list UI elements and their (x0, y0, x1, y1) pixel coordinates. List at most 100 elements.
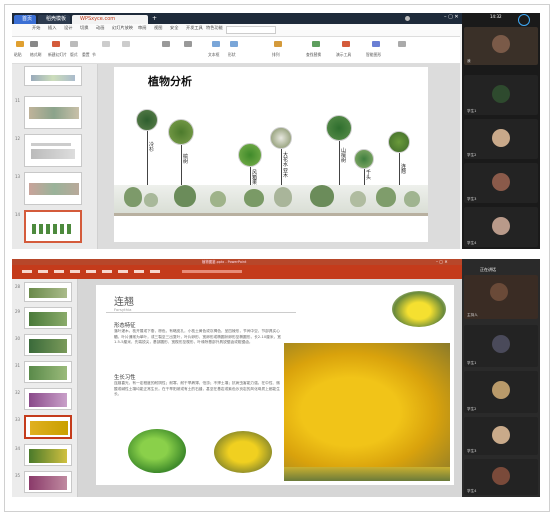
shapes-label: 形状 (228, 52, 236, 57)
presenter-tools-label: 演示工具 (336, 52, 352, 57)
ribbon-tab-slideshow[interactable]: 幻灯片放映 (112, 25, 133, 31)
participant-tile[interactable]: 学生4 (464, 459, 538, 495)
plant-photo (388, 131, 410, 153)
slide-forsythia[interactable]: 连翘 Forsythia 形态特征 落叶灌木。枝开展或下垂，棕色，有略皮孔，小枝… (96, 285, 454, 485)
ribbon-tab-features[interactable]: 特色功能 (206, 25, 223, 31)
search-input[interactable] (182, 270, 242, 273)
slide-thumbnail[interactable] (24, 172, 82, 205)
slide-thumbnail[interactable] (24, 307, 72, 329)
slide-thumbnail[interactable] (24, 334, 72, 356)
section-label: 节 (92, 52, 96, 57)
slide-thumbnail[interactable] (24, 96, 82, 129)
find-replace-label: 查找替换 (306, 52, 322, 57)
avatar (492, 335, 510, 353)
tab-home[interactable]: 首页 (14, 15, 36, 24)
participant-tile[interactable]: 学生2 (464, 371, 538, 413)
ribbon-tabs[interactable] (22, 270, 162, 273)
slide-number: 32 (15, 390, 21, 395)
slide-thumbnail[interactable] (24, 134, 82, 167)
meeting-time: 14:32 (490, 14, 502, 19)
participant-tile[interactable]: 学生1 (464, 75, 538, 115)
format-painter-icon[interactable] (30, 41, 38, 47)
plant-photo (238, 143, 262, 167)
arrange-label: 排列 (272, 52, 280, 57)
font-box-icon[interactable] (102, 41, 110, 47)
window-controls[interactable]: – ▢ ✕ (436, 259, 448, 264)
presenter-tools-icon[interactable] (342, 41, 350, 47)
ribbon-tab-view[interactable]: 视图 (154, 25, 162, 31)
avatar (492, 35, 510, 53)
slide-number: 11 (15, 98, 21, 103)
slide-thumbnail[interactable] (24, 444, 72, 466)
avatar (492, 129, 510, 147)
smart-graphic-label: 智能图形 (366, 52, 382, 57)
slide-thumbnail[interactable] (24, 361, 72, 383)
paste-label: 粘贴 (14, 52, 22, 57)
participant-video-panel: 正在讲话 主持人 学生1 学生2 学生3 学生4 (462, 259, 540, 497)
slide-number: 13 (15, 174, 21, 179)
ribbon-tab-design[interactable]: 设计 (64, 25, 72, 31)
participant-name: 学生2 (467, 153, 477, 157)
tab-document[interactable]: WPSxyce.com (72, 15, 148, 24)
slide-thumbnail-selected[interactable] (24, 210, 82, 243)
shapes-icon[interactable] (230, 41, 238, 47)
plant-photo (326, 115, 352, 141)
slide-thumbnail[interactable] (24, 471, 72, 493)
ribbon-tab-review[interactable]: 审阅 (138, 25, 146, 31)
layout-icon[interactable] (70, 41, 78, 47)
participant-name: 学生3 (467, 197, 477, 201)
find-replace-icon[interactable] (312, 41, 320, 47)
ribbon-tab-animation[interactable]: 动画 (96, 25, 104, 31)
participant-tile-active[interactable]: 主持人 (464, 275, 538, 319)
new-slide-icon[interactable] (52, 41, 60, 47)
ribbon-tab-security[interactable]: 安全 (170, 25, 178, 31)
arrange-icon[interactable] (274, 41, 282, 47)
slide-plant-analysis[interactable]: 植物分析 冷杉 榆树 风箱果 大花水亚木 山檀树 千头 连翘 (114, 67, 428, 242)
participant-tile[interactable]: 学生2 (464, 119, 538, 159)
textbox-icon[interactable] (212, 41, 220, 47)
tab-docer[interactable]: 稻壳模板 (38, 15, 70, 24)
participant-tile[interactable]: 学生3 (464, 163, 538, 203)
participant-tile[interactable]: 学生4 (464, 207, 538, 247)
plant-photo (136, 109, 158, 131)
plant-photo (354, 149, 374, 169)
search-input[interactable] (226, 26, 276, 34)
window-controls[interactable]: – ▢ ✕ (444, 14, 459, 20)
slide-thumbnail[interactable] (24, 282, 72, 302)
ribbon-toolbar: 粘贴 格式刷 新建幻灯片 版式 重置 节 文本框 形状 排列 查找替换 演示工具… (12, 37, 460, 64)
slide-thumbnail-pane: 11 12 13 14 (12, 64, 98, 249)
picture-icon[interactable] (398, 41, 406, 47)
participant-name: 学生3 (467, 449, 477, 453)
slide-thumbnail-pane: 28 29 30 31 32 33 34 35 (12, 279, 78, 497)
slide-thumbnail-selected[interactable] (24, 415, 72, 439)
ribbon-tab-insert[interactable]: 插入 (48, 25, 56, 31)
smart-graphic-icon[interactable] (372, 41, 380, 47)
avatar[interactable] (405, 16, 410, 21)
ribbon-tab-home[interactable]: 开始 (32, 25, 40, 31)
paragraph-icon[interactable] (162, 41, 170, 47)
slide-number: 12 (15, 136, 21, 141)
ribbon-tab-developer[interactable]: 开发工具 (186, 25, 203, 31)
participant-tile-active[interactable]: 我 (464, 27, 538, 65)
plant-label: 山檀树 (341, 148, 347, 165)
avatar (492, 217, 510, 235)
slide-thumbnail[interactable] (24, 388, 72, 410)
participant-tile[interactable]: 学生3 (464, 417, 538, 455)
new-tab-icon[interactable]: + (152, 15, 157, 22)
participant-name: 学生1 (467, 361, 477, 365)
font-size-icon[interactable] (122, 41, 130, 47)
participant-video-panel: 14:32 我 学生1 学生2 学生3 学生4 (462, 13, 540, 249)
align-icon[interactable] (184, 41, 192, 47)
avatar (492, 173, 510, 191)
slide-number: 33 (15, 417, 21, 422)
ribbon-tab-transition[interactable]: 切换 (80, 25, 88, 31)
participant-name: 主持人 (467, 313, 478, 317)
plant-label: 连翘 (401, 164, 407, 176)
paste-icon[interactable] (16, 41, 24, 47)
paragraph: 连翘喜光，有一定程度的耐阴性；耐寒，耐干旱瘠薄，怕涝；不择土壤；抗病虫害能力强。… (114, 381, 280, 397)
participant-tile[interactable]: 学生1 (464, 325, 538, 367)
slide-thumbnail[interactable] (24, 66, 82, 86)
avatar (492, 467, 510, 485)
avatar (490, 283, 508, 301)
participant-name: 学生2 (467, 407, 477, 411)
